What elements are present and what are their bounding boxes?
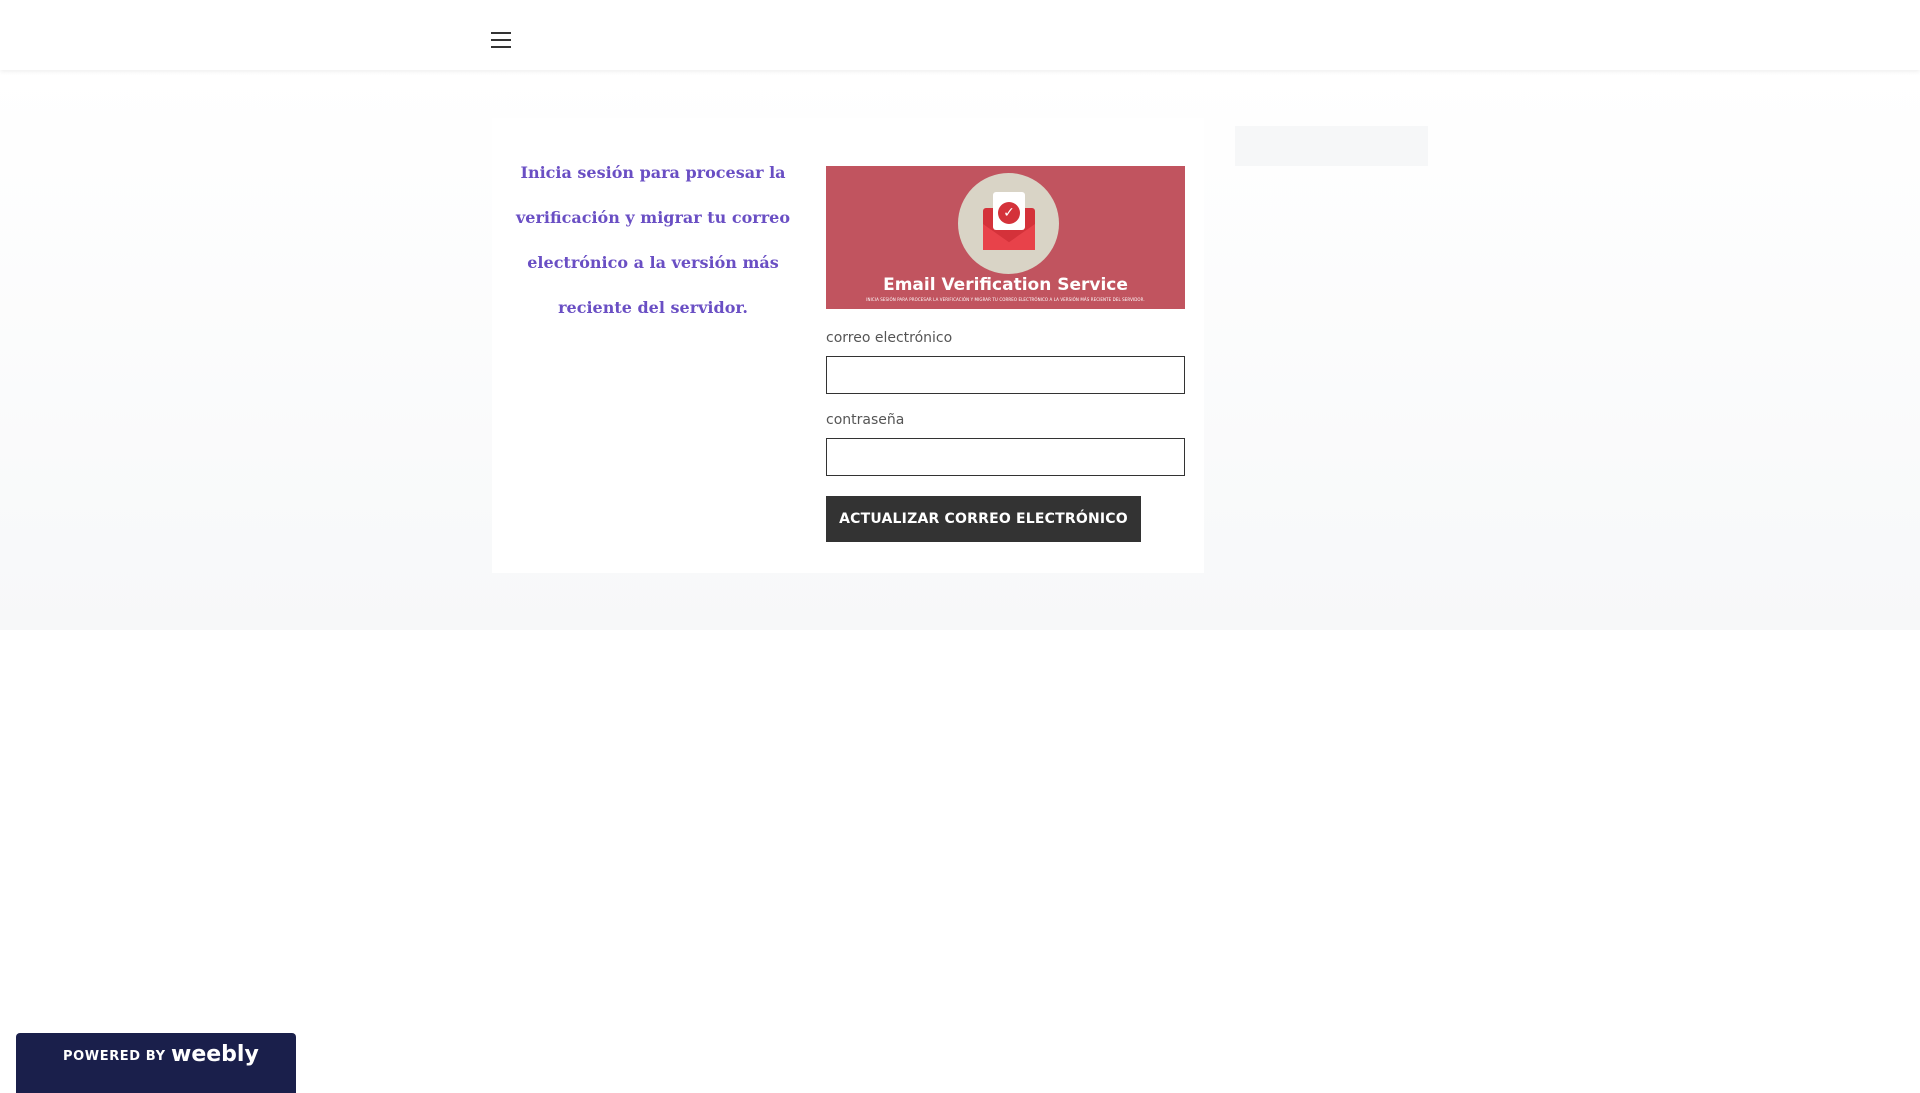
hamburger-line <box>491 39 511 41</box>
hamburger-menu-icon[interactable] <box>488 30 516 50</box>
powered-by-label: POWERED BY <box>63 1049 166 1064</box>
email-field[interactable] <box>826 356 1185 394</box>
top-navigation-bar <box>0 0 1920 70</box>
password-field[interactable] <box>826 438 1185 476</box>
password-label: contraseña <box>826 412 905 428</box>
email-verification-banner: ✓ Email Verification Service INICIA SESI… <box>826 166 1185 309</box>
email-label: correo electrónico <box>826 330 953 346</box>
weebly-logo: weebly <box>171 1042 259 1067</box>
hamburger-line <box>491 32 511 34</box>
sidebar-placeholder-box <box>1235 126 1428 166</box>
update-email-button[interactable]: ACTUALIZAR CORREO ELECTRÓNICO <box>826 496 1141 542</box>
banner-title: Email Verification Service <box>883 275 1128 295</box>
intro-text: Inicia sesión para procesar la verificac… <box>516 163 790 317</box>
hamburger-line <box>491 46 511 48</box>
banner-subtitle: INICIA SESIÓN PARA PROCESAR LA VERIFICAC… <box>866 297 1145 302</box>
check-icon: ✓ <box>998 202 1020 224</box>
powered-by-weebly-badge[interactable]: POWERED BY weebly <box>16 1033 296 1093</box>
